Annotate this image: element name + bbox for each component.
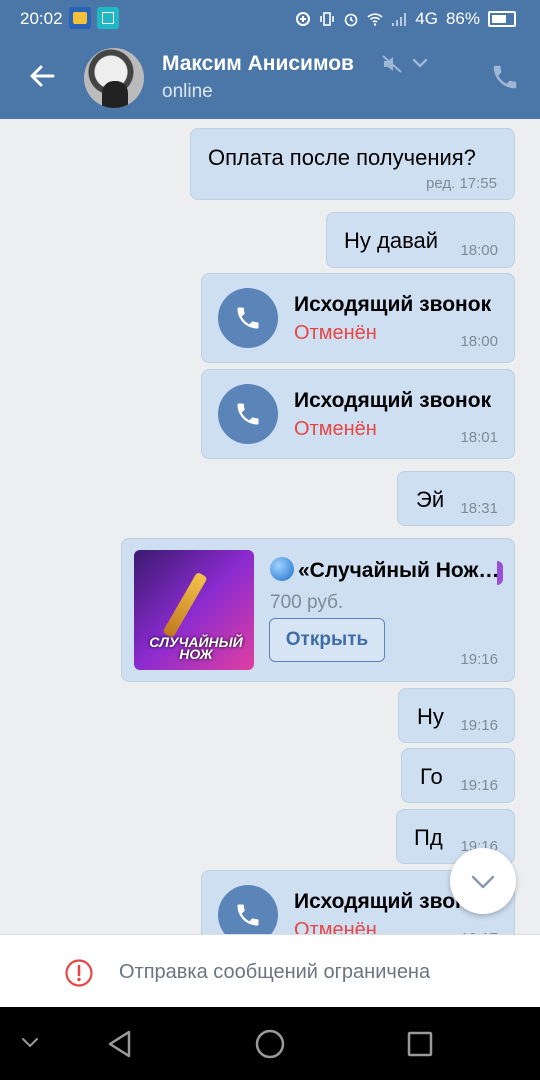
phone-icon[interactable] [490, 62, 520, 92]
alarm-icon [344, 13, 358, 27]
link-price: 700 руб. [270, 592, 344, 613]
emoji-partial-icon [497, 561, 503, 585]
phone-icon [218, 384, 278, 444]
chat-header: Максим Анисимов online [0, 37, 540, 119]
message-time: 19:16 [460, 651, 498, 668]
signal-icon [392, 13, 407, 26]
alert-icon [65, 959, 93, 987]
contact-status: online [162, 81, 213, 102]
message-time: 18:31 [460, 500, 498, 517]
message-text: Го [420, 764, 443, 789]
message-time: 18:00 [460, 242, 498, 259]
link-thumbnail[interactable]: СЛУЧАЙНЫЙ НОЖ [134, 550, 254, 670]
navigation-bar [0, 1007, 540, 1080]
message-text: Пд [414, 825, 443, 850]
message-edited-time: ред. 17:55 [426, 175, 497, 192]
nav-back-icon[interactable] [105, 1029, 135, 1059]
call-bubble[interactable]: Исходящий звонок Отменён 18:00 [201, 273, 515, 363]
restriction-text: Отправка сообщений ограничена [119, 961, 431, 983]
restriction-banner: Отправка сообщений ограничена [0, 934, 540, 1008]
wifi-icon [367, 13, 383, 26]
message-time: 18:00 [460, 333, 498, 350]
message-time: 18:01 [460, 429, 498, 446]
vibrate-icon [320, 12, 335, 26]
nav-home-icon[interactable] [254, 1028, 286, 1060]
battery-percent: 86% [445, 9, 480, 28]
message-bubble[interactable]: Эй 18:31 [397, 471, 515, 526]
thumbnail-text: СЛУЧАЙНЫЙ НОЖ [149, 634, 243, 662]
chevron-down-icon[interactable] [411, 54, 429, 72]
message-text: Эй [416, 487, 445, 512]
link-title-text: «Случайный Нож… [298, 559, 500, 582]
message-time: 19:16 [460, 777, 498, 794]
message-text: Ну [417, 704, 444, 729]
screenshot-app-icon [97, 7, 119, 29]
message-text: Ну давай [344, 228, 439, 253]
message-bubble[interactable]: Ну давай 18:00 [326, 212, 515, 268]
message-text: Оплата после получения? [208, 145, 476, 170]
message-bubble[interactable]: Оплата после получения? ред. 17:55 [190, 128, 515, 200]
cleaner-app-icon [69, 7, 91, 29]
nav-hide-icon[interactable] [20, 1035, 40, 1051]
avatar[interactable] [84, 48, 144, 108]
phone-icon [218, 288, 278, 348]
mute-icon [382, 55, 402, 73]
globe-icon [270, 557, 294, 581]
call-title: Исходящий звонок [294, 389, 492, 412]
call-bubble[interactable]: Исходящий звонок Отменён 18:01 [201, 369, 515, 459]
call-title: Исходящий звонок [294, 293, 492, 316]
knife-image [162, 571, 208, 639]
call-status: Отменён [294, 322, 377, 344]
open-button[interactable]: Открыть [269, 618, 385, 662]
message-time: 19:16 [460, 717, 498, 734]
status-time: 20:02 [20, 9, 63, 28]
status-bar: 20:02 4G 86% [0, 0, 540, 37]
battery-icon [488, 11, 516, 27]
link-bubble[interactable]: СЛУЧАЙНЫЙ НОЖ «Случайный Нож… 700 руб. О… [121, 538, 515, 682]
back-arrow-icon[interactable] [27, 61, 57, 91]
message-bubble[interactable]: Ну 19:16 [398, 688, 515, 743]
call-status: Отменён [294, 418, 377, 440]
contact-name[interactable]: Максим Анисимов [162, 52, 354, 76]
nav-recent-icon[interactable] [406, 1030, 434, 1058]
message-bubble[interactable]: Го 19:16 [401, 748, 515, 803]
scroll-down-icon [471, 875, 495, 889]
network-type: 4G [415, 9, 438, 28]
data-saver-icon [296, 12, 311, 26]
scroll-down-button[interactable] [450, 848, 516, 914]
link-title: «Случайный Нож… [270, 557, 499, 583]
